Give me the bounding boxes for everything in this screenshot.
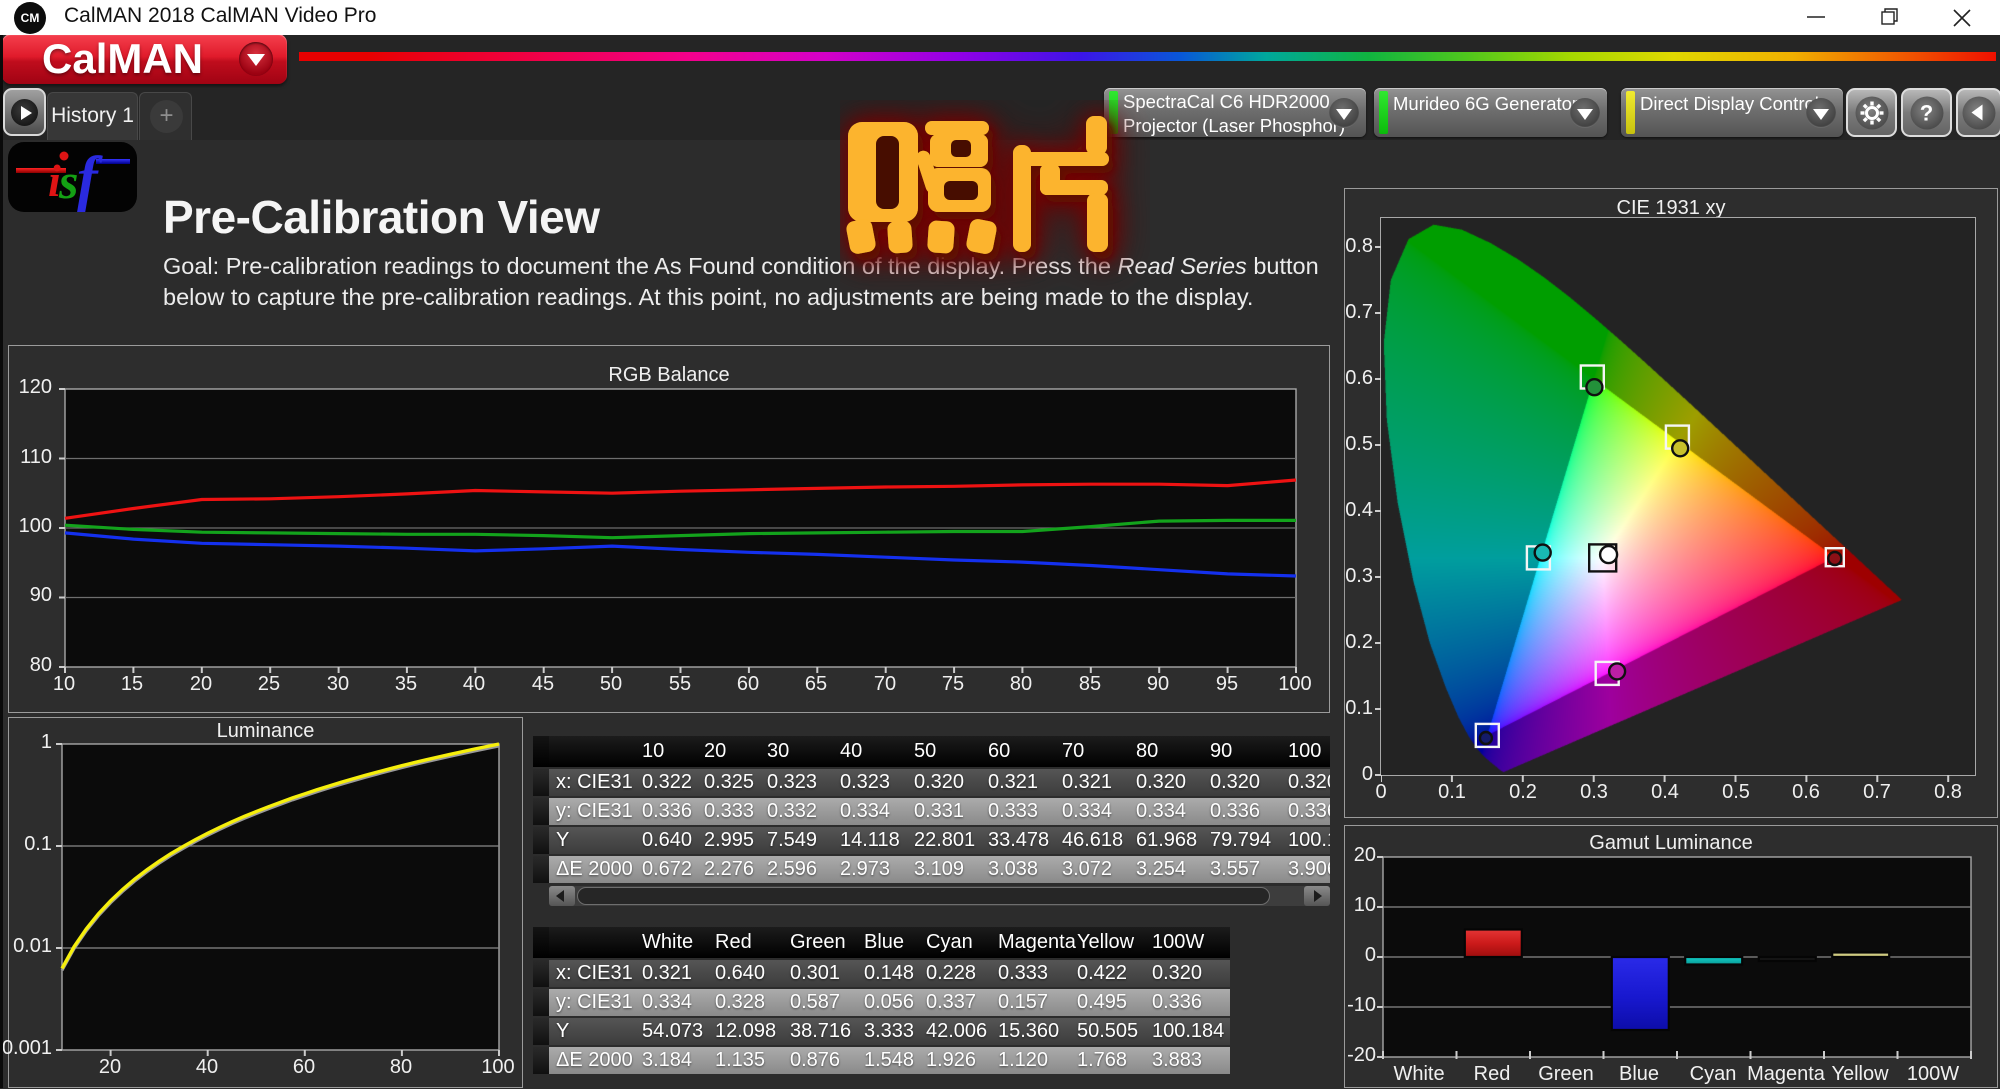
svg-text:f: f	[77, 145, 103, 212]
svg-text:s: s	[58, 153, 78, 209]
